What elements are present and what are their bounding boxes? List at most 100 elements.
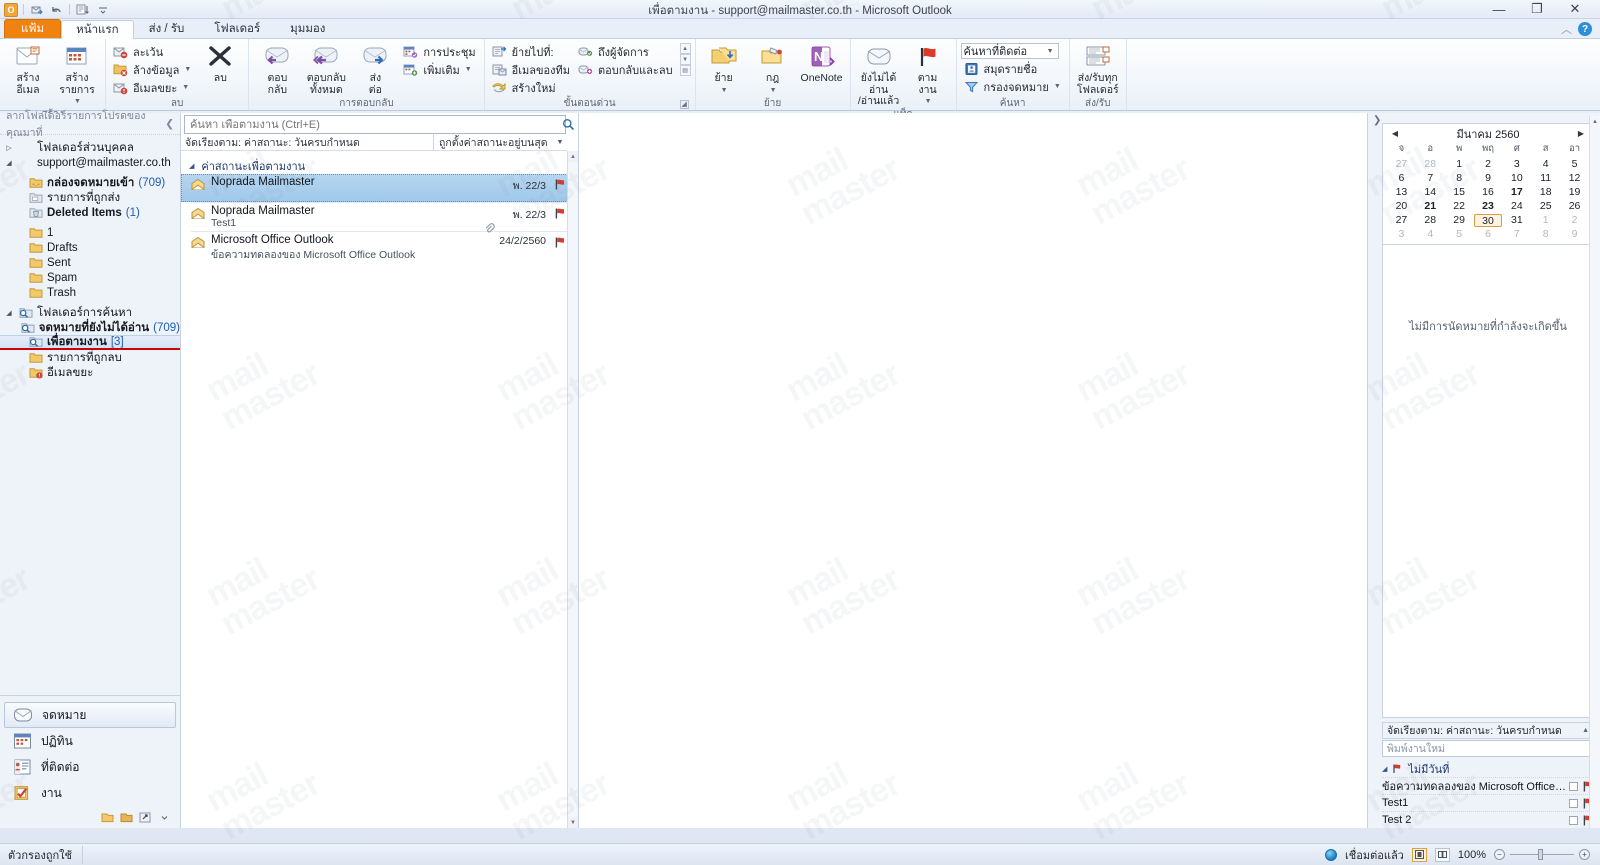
ribbon-tab-1[interactable]: หน้าแรก — [61, 20, 134, 39]
expander-icon[interactable]: ◢ — [4, 309, 14, 317]
calendar-day[interactable]: 1 — [1445, 158, 1474, 171]
calendar-day[interactable]: 27 — [1387, 214, 1416, 227]
folder-item-4[interactable]: Deleted Items (1) — [0, 205, 180, 220]
task-checkbox[interactable] — [1569, 815, 1578, 825]
chevron-down-icon[interactable]: ▼ — [1054, 83, 1061, 90]
calendar-day[interactable]: 19 — [1560, 186, 1589, 199]
calendar-day[interactable]: 2 — [1560, 214, 1589, 227]
ribbon-tab-2[interactable]: ส่ง / รับ — [134, 19, 200, 38]
chevron-right-icon[interactable]: ❯ — [1373, 115, 1381, 126]
calendar-day[interactable]: 9 — [1474, 172, 1503, 185]
ribbon-button-ถึงผู้จัดการ[interactable]: ถึงผู้จัดการ — [575, 43, 677, 60]
calendar-day[interactable]: 2 — [1474, 158, 1503, 171]
ribbon-button-ย้ายไปที่-[interactable]: ย้ายไปที่: — [489, 43, 574, 60]
sort-chevron-down-icon[interactable]: ▼ — [553, 139, 567, 146]
calendar-day[interactable]: 7 — [1502, 228, 1531, 241]
new-task-input[interactable]: พิมพ์งานใหม่ — [1382, 740, 1594, 757]
message-row[interactable]: Noprada Mailmaster พ. 22/3 — [181, 174, 578, 202]
reading-view-icon[interactable] — [1434, 847, 1450, 862]
folder-item-9[interactable]: Trash — [0, 285, 180, 300]
chevron-down-icon[interactable]: ▼ — [184, 66, 191, 73]
chevron-down-icon[interactable]: ▼ — [767, 85, 779, 97]
scroll-up-icon[interactable]: ▲ — [679, 43, 691, 54]
ribbon[interactable]: สร้างอีเมลสร้างรายการ▼สร้างละเว้นล้างข้อ… — [0, 39, 1600, 120]
folder-item-6[interactable]: Drafts — [0, 240, 180, 255]
ribbon-button-อีเมลขยะ[interactable]: อีเมลขยะ ▼ — [110, 79, 195, 96]
zoom-track[interactable] — [1510, 849, 1574, 860]
calendar-day[interactable]: 11 — [1531, 172, 1560, 185]
calendar-day[interactable]: 22 — [1445, 200, 1474, 213]
calendar-day[interactable]: 26 — [1560, 200, 1589, 213]
ribbon-button-reply-icon[interactable]: ตอบ กลับ — [253, 41, 301, 96]
calendar-grid[interactable]: จอพพฤศสอา 27 28 1 2 3 4 5 6 7 8 9 10 11 12 13 14 15 16 17 18… — [1387, 141, 1589, 241]
to-do-bar[interactable]: ❯ ◀ มีนาคม 2560 ▶ จอพพฤศสอา 27 28 1 2 3 4 5 6 7 8 9… — [1368, 113, 1600, 828]
calendar-day[interactable]: 21 — [1416, 200, 1445, 213]
folder-item-7[interactable]: Sent — [0, 255, 180, 270]
scroll-up-icon[interactable]: ▲ — [568, 151, 578, 162]
ribbon-button-ละเว้น[interactable]: ละเว้น — [110, 43, 195, 60]
upcoming-appointments[interactable]: ไม่มีการนัดหมายที่กำลังจะเกิดขึ้น — [1382, 245, 1594, 718]
calendar-day[interactable]: 4 — [1531, 158, 1560, 171]
ribbon-button-unread-read-icon[interactable]: ยังไม่ได้อ่าน/อ่านแล้ว — [855, 41, 903, 108]
calendar-day[interactable]: 18 — [1531, 186, 1560, 199]
ribbon-button-address-book-icon[interactable]: สมุดรายชื่อ — [961, 60, 1065, 77]
calendar-day[interactable]: 8 — [1531, 228, 1560, 241]
chevron-down-icon[interactable]: ▼ — [715, 85, 732, 97]
folder-list-icon[interactable] — [119, 811, 134, 824]
calendar-day[interactable]: 29 — [1445, 214, 1474, 227]
calendar-day[interactable]: 30 — [1473, 214, 1503, 227]
chevron-down-icon[interactable]: ▼ — [919, 96, 938, 108]
ribbon-tabs[interactable]: แฟ้ม หน้าแรก ส่ง / รับ โฟลเดอร์ มุมมอง ︿ ? — [0, 19, 1600, 39]
configure-buttons-icon[interactable] — [157, 811, 172, 824]
folder-item-14[interactable]: อีเมลขยะ — [0, 365, 180, 380]
expander-icon[interactable]: ▷ — [4, 144, 14, 152]
maximize-button[interactable]: ❐ — [1518, 0, 1556, 18]
task-checkbox[interactable] — [1569, 798, 1578, 808]
calendar-day[interactable]: 9 — [1560, 228, 1589, 241]
prev-month-icon[interactable]: ◀ — [1389, 129, 1401, 138]
window-controls[interactable]: — ❐ ✕ — [1480, 0, 1594, 18]
calendar-day[interactable]: 25 — [1531, 200, 1560, 213]
ribbon-button-new-email-icon[interactable]: สร้าง อีเมล — [4, 41, 52, 96]
group-collapse-icon[interactable]: ◢ — [189, 162, 194, 170]
close-button[interactable]: ✕ — [1556, 0, 1594, 18]
more-options-icon[interactable]: ▤ — [679, 65, 691, 76]
quick-steps-scroll[interactable]: ▲ ▼ ▤ — [679, 41, 691, 78]
calendar-day[interactable]: 24 — [1502, 200, 1531, 213]
red-flag-icon[interactable] — [552, 205, 568, 231]
collapse-nav-icon[interactable]: ❮ — [165, 118, 174, 130]
search-input[interactable] — [185, 117, 565, 132]
calendar-day[interactable]: 23 — [1474, 200, 1503, 213]
calendar-day[interactable]: 4 — [1416, 228, 1445, 241]
zoom-knob[interactable] — [1538, 849, 1543, 860]
task-group-header[interactable]: ◢ ไม่มีวันที่ — [1382, 760, 1594, 777]
ribbon-button-move-icon[interactable]: ย้าย ▼ — [700, 41, 748, 96]
calendar-day[interactable]: 5 — [1560, 158, 1589, 171]
ribbon-button-เพิ่มเติม[interactable]: เพิ่มเติม ▼ — [400, 61, 479, 78]
folder-item-0[interactable]: ▷ โฟลเดอร์ส่วนบุคคล — [0, 140, 180, 155]
message-rows[interactable]: ◢ ค่าสถานะเพื่อตามงาน Noprada Mailmaster… — [181, 151, 578, 828]
sort-header[interactable]: จัดเรียงตาม: ค่าสถานะ: วันครบกำหนด ถูกตั… — [181, 134, 567, 151]
scroll-down-icon[interactable]: ▼ — [568, 817, 578, 828]
task-sort-header[interactable]: จัดเรียงตาม: ค่าสถานะ: วันครบกำหนด ▲ — [1382, 722, 1594, 739]
nav-footer-icons[interactable] — [0, 808, 180, 828]
ribbon-button-send-receive-all-icon[interactable]: ส่ง/รับทุก โฟลเดอร์ — [1074, 41, 1122, 96]
todo-scroll-up-icon[interactable]: ▲ — [1590, 116, 1600, 127]
collapse-ribbon-icon[interactable]: ︿ — [1561, 21, 1572, 37]
sort-by-label[interactable]: จัดเรียงตาม: ค่าสถานะ: วันครบกำหนด — [181, 134, 433, 151]
calendar-day[interactable]: 5 — [1445, 228, 1474, 241]
search-box[interactable] — [184, 115, 575, 134]
calendar-day[interactable]: 28 — [1416, 214, 1445, 227]
ribbon-button-reply-all-icon[interactable]: ตอบกลับ ทั้งหมด — [302, 41, 350, 96]
todo-scrollbar[interactable]: ▲ — [1589, 116, 1600, 828]
message-row[interactable]: Noprada Mailmaster Test1 พ. 22/3 — [181, 203, 578, 233]
folder-item-5[interactable]: 1 — [0, 225, 180, 240]
module-button-2[interactable]: ที่ติดต่อ — [4, 754, 176, 780]
calendar-day[interactable]: 13 — [1387, 186, 1416, 199]
calendar-day[interactable]: 16 — [1474, 186, 1503, 199]
chevron-down-icon[interactable]: ▼ — [182, 84, 189, 91]
calendar-day[interactable]: 17 — [1502, 186, 1531, 199]
ribbon-button-อีเมลของทีม[interactable]: อีเมลของทีม — [489, 61, 574, 78]
status-right-group[interactable]: เชื่อมต่อแล้ว 100% − + — [1325, 846, 1600, 864]
folder-tree[interactable]: ▷ โฟลเดอร์ส่วนบุคคล ◢ support@mailmaster.co… — [0, 135, 180, 695]
